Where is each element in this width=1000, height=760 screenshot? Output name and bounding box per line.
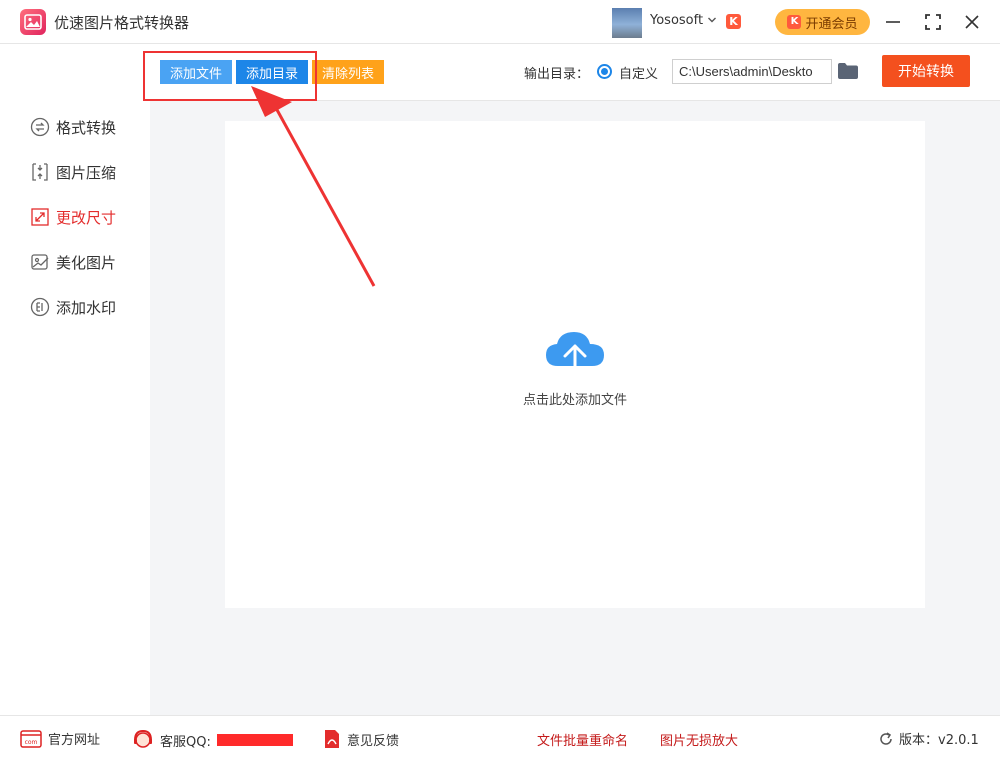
maximize-icon[interactable] <box>921 10 945 34</box>
output-path-field[interactable]: C:\Users\admin\Deskto <box>672 59 832 84</box>
start-convert-button[interactable]: 开始转换 <box>882 55 970 87</box>
sidebar-item-format-convert[interactable]: 格式转换 <box>30 115 116 139</box>
output-dir-label: 输出目录： <box>524 67 590 82</box>
sidebar-item-compress[interactable]: 图片压缩 <box>30 160 116 184</box>
footer: com 官方网址 客服QQ: 意见反馈 文件批量重命名 图片无损放大 版本：v2… <box>0 715 1000 760</box>
sidebar-item-beautify[interactable]: 美化图片 <box>30 250 116 274</box>
customer-qq-link[interactable]: 客服QQ: <box>132 729 293 751</box>
main-area: 点击此处添加文件 <box>150 101 1000 715</box>
output-path-value: C:\Users\admin\Deskto <box>679 64 813 79</box>
folder-icon[interactable] <box>837 62 859 80</box>
cloud-upload-icon <box>546 332 604 382</box>
add-directory-button[interactable]: 添加目录 <box>236 60 308 84</box>
add-file-button[interactable]: 添加文件 <box>160 60 232 84</box>
refresh-icon[interactable] <box>878 731 894 747</box>
username[interactable]: Yososoft <box>650 13 703 28</box>
svg-text:com: com <box>25 739 38 746</box>
clear-list-button[interactable]: 清除列表 <box>312 60 384 84</box>
watermark-icon <box>30 297 50 317</box>
sidebar-item-resize[interactable]: 更改尺寸 <box>30 205 116 229</box>
lossless-enlarge-link[interactable]: 图片无损放大 <box>660 730 738 749</box>
redacted-qq-number <box>216 734 293 746</box>
vip-label: 开通会员 <box>805 16 858 32</box>
compress-icon <box>32 163 48 181</box>
custom-output-radio[interactable] <box>597 64 612 79</box>
sidebar-item-watermark[interactable]: 添加水印 <box>30 295 116 319</box>
beautify-icon <box>31 254 49 270</box>
website-icon: com <box>20 729 42 748</box>
avatar[interactable] <box>612 8 642 38</box>
feedback-link[interactable]: 意见反馈 <box>323 729 399 749</box>
app-logo-icon <box>20 9 46 35</box>
close-icon[interactable] <box>960 10 984 34</box>
sidebar-item-label: 格式转换 <box>56 118 117 137</box>
chevron-down-icon[interactable] <box>707 15 717 25</box>
minimize-icon[interactable] <box>881 10 905 34</box>
drop-zone-hint: 点击此处添加文件 <box>522 393 627 408</box>
k-badge-icon: K <box>726 14 741 29</box>
feedback-icon <box>325 730 339 748</box>
customer-service-icon <box>134 729 152 748</box>
version-info: 版本：v2.0.1 <box>878 729 979 748</box>
custom-output-label[interactable]: 自定义 <box>619 63 658 82</box>
qq-label: 客服QQ: <box>160 734 211 750</box>
feedback-label: 意见反馈 <box>347 733 400 749</box>
official-website-link[interactable]: com 官方网址 <box>20 729 100 748</box>
format-convert-icon <box>30 117 50 137</box>
open-vip-button[interactable]: K 开通会员 <box>775 9 870 35</box>
app-title: 优速图片格式转换器 <box>54 14 190 32</box>
resize-icon <box>31 208 49 226</box>
title-bar: 优速图片格式转换器 Yososoft K K 开通会员 <box>0 0 1000 44</box>
sidebar-item-label: 更改尺寸 <box>56 208 117 227</box>
sidebar: 格式转换 图片压缩 更改尺寸 美化图片 添加水印 <box>0 101 150 715</box>
sidebar-item-label: 美化图片 <box>56 253 117 272</box>
website-label: 官方网址 <box>48 733 101 748</box>
version-label: 版本：v2.0.1 <box>899 733 979 748</box>
file-drop-zone[interactable]: 点击此处添加文件 <box>225 121 925 608</box>
sidebar-item-label: 添加水印 <box>56 298 117 317</box>
toolbar: 添加文件 添加目录 清除列表 输出目录： 自定义 C:\Users\admin\… <box>150 45 1000 101</box>
sidebar-item-label: 图片压缩 <box>56 163 117 182</box>
batch-rename-link[interactable]: 文件批量重命名 <box>537 730 628 749</box>
vip-k-icon: K <box>787 15 802 29</box>
